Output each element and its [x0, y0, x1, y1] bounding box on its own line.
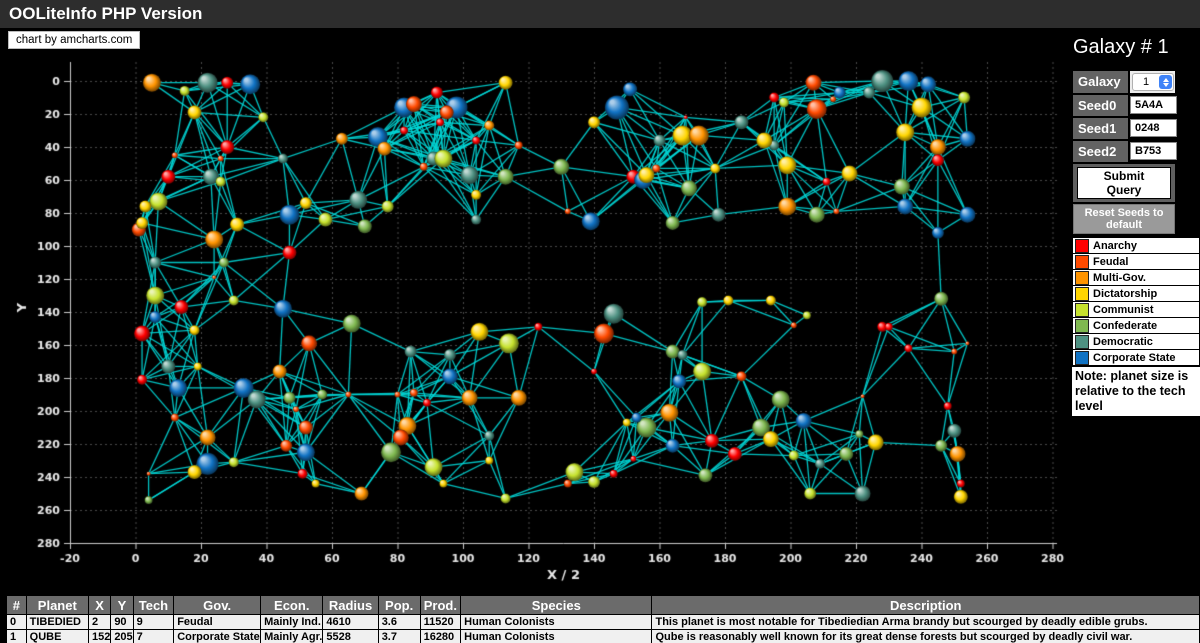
- seed2-row: Seed2: [1073, 141, 1175, 162]
- galaxy-select-cell: 1: [1130, 71, 1175, 93]
- legend-label: Democratic: [1093, 336, 1153, 348]
- column-header: Pop.: [378, 596, 420, 615]
- table-cell: 1: [7, 630, 27, 643]
- table-cell: 16280: [420, 630, 461, 643]
- table-cell: 4610: [323, 615, 378, 630]
- seed2-input[interactable]: [1130, 142, 1177, 160]
- table-cell: 205: [111, 630, 133, 643]
- table-row[interactable]: 1QUBE1522057Corporate StateMainly Agr.55…: [7, 630, 1200, 643]
- galaxy-select[interactable]: 1: [1132, 73, 1174, 91]
- seed1-row: Seed1: [1073, 118, 1175, 139]
- legend-label: Communist: [1093, 304, 1154, 316]
- seed2-label: Seed2: [1073, 141, 1128, 162]
- table-cell: TIBEDIED: [26, 615, 88, 630]
- amcharts-credit-label[interactable]: chart by amcharts.com: [8, 31, 140, 49]
- app: OOLiteInfo PHP Version chart by amcharts…: [0, 0, 1200, 643]
- column-header: Y: [111, 596, 133, 615]
- seed0-input[interactable]: [1130, 96, 1177, 114]
- page-title: OOLiteInfo PHP Version: [0, 0, 1200, 28]
- legend-label: Anarchy: [1093, 240, 1137, 252]
- government-legend: Anarchy Feudal Multi-Gov. Dictatorship Commu…: [1072, 237, 1200, 367]
- seed0-row: Seed0: [1073, 95, 1175, 116]
- legend-swatch-icon: [1075, 271, 1089, 285]
- seed-form: Galaxy 1 Seed0Seed1Seed2 Submit Query Re…: [1073, 71, 1175, 234]
- table-header-row: #PlanetXYTechGov.Econ.RadiusPop.Prod.Spe…: [7, 596, 1200, 615]
- legend-item: Communist: [1073, 302, 1199, 318]
- table-cell: 152: [88, 630, 110, 643]
- legend-item: Dictatorship: [1073, 286, 1199, 302]
- seed-rows: Seed0Seed1Seed2: [1073, 95, 1175, 162]
- table-cell: Mainly Ind.: [261, 615, 323, 630]
- table-cell: Corporate State: [174, 630, 261, 643]
- table-cell: This planet is most notable for Tibedied…: [652, 615, 1200, 630]
- reset-seeds-button[interactable]: Reset Seeds to default: [1073, 204, 1175, 234]
- legend-item: Confederate: [1073, 318, 1199, 334]
- table-cell: Mainly Agr.: [261, 630, 323, 643]
- legend-label: Corporate State: [1093, 352, 1176, 364]
- table-cell: Human Colonists: [461, 615, 652, 630]
- table-cell: Feudal: [174, 615, 261, 630]
- seed1-label: Seed1: [1073, 118, 1128, 139]
- table-cell: 5528: [323, 630, 378, 643]
- column-header: Planet: [26, 596, 88, 615]
- tech-level-note: Note: planet size is relative to the tec…: [1072, 367, 1200, 416]
- column-header: Radius: [323, 596, 378, 615]
- column-header: #: [7, 596, 27, 615]
- column-header: Prod.: [420, 596, 461, 615]
- galaxy-label: Galaxy: [1073, 71, 1128, 93]
- legend-label: Confederate: [1093, 320, 1157, 332]
- column-header: Description: [652, 596, 1200, 615]
- table-cell: 90: [111, 615, 133, 630]
- legend-label: Multi-Gov.: [1093, 272, 1146, 284]
- legend-item: Democratic: [1073, 334, 1199, 350]
- galaxy-select-value: 1: [1133, 76, 1159, 88]
- legend-swatch-icon: [1075, 239, 1089, 253]
- legend-item: Multi-Gov.: [1073, 270, 1199, 286]
- legend-swatch-icon: [1075, 351, 1089, 365]
- table-cell: 0: [7, 615, 27, 630]
- submit-query-button[interactable]: Submit Query: [1077, 167, 1171, 199]
- legend-swatch-icon: [1075, 287, 1089, 301]
- galaxy-map-chart[interactable]: [0, 28, 1066, 594]
- column-header: Tech: [133, 596, 174, 615]
- legend-label: Dictatorship: [1093, 288, 1157, 300]
- table-cell: Human Colonists: [461, 630, 652, 643]
- table-cell: 2: [88, 615, 110, 630]
- seed0-label: Seed0: [1073, 95, 1128, 116]
- table-cell: 3.7: [378, 630, 420, 643]
- table-cell: 11520: [420, 615, 461, 630]
- stepper-icon[interactable]: [1159, 75, 1172, 89]
- planet-table: #PlanetXYTechGov.Econ.RadiusPop.Prod.Spe…: [6, 595, 1200, 643]
- legend-swatch-icon: [1075, 303, 1089, 317]
- planet-table-wrap: #PlanetXYTechGov.Econ.RadiusPop.Prod.Spe…: [6, 595, 1200, 643]
- legend-swatch-icon: [1075, 335, 1089, 349]
- table-cell: 9: [133, 615, 174, 630]
- galaxy-row: Galaxy 1: [1073, 71, 1175, 93]
- legend-item: Anarchy: [1073, 238, 1199, 254]
- legend-item: Corporate State: [1073, 350, 1199, 366]
- galaxy-heading: Galaxy # 1: [1073, 36, 1200, 59]
- column-header: Species: [461, 596, 652, 615]
- sidebar: Galaxy # 1 Galaxy 1 Seed0Seed1Seed2 Subm…: [1066, 28, 1200, 416]
- table-cell: Qube is reasonably well known for its gr…: [652, 630, 1200, 643]
- table-cell: 3.6: [378, 615, 420, 630]
- table-row[interactable]: 0TIBEDIED2909FeudalMainly Ind.46103.6115…: [7, 615, 1200, 630]
- legend-swatch-icon: [1075, 319, 1089, 333]
- table-cell: QUBE: [26, 630, 88, 643]
- column-header: Gov.: [174, 596, 261, 615]
- seed1-input[interactable]: [1130, 119, 1177, 137]
- legend-item: Feudal: [1073, 254, 1199, 270]
- column-header: X: [88, 596, 110, 615]
- submit-row: Submit Query: [1073, 164, 1175, 202]
- column-header: Econ.: [261, 596, 323, 615]
- legend-label: Feudal: [1093, 256, 1128, 268]
- table-cell: 7: [133, 630, 174, 643]
- legend-swatch-icon: [1075, 255, 1089, 269]
